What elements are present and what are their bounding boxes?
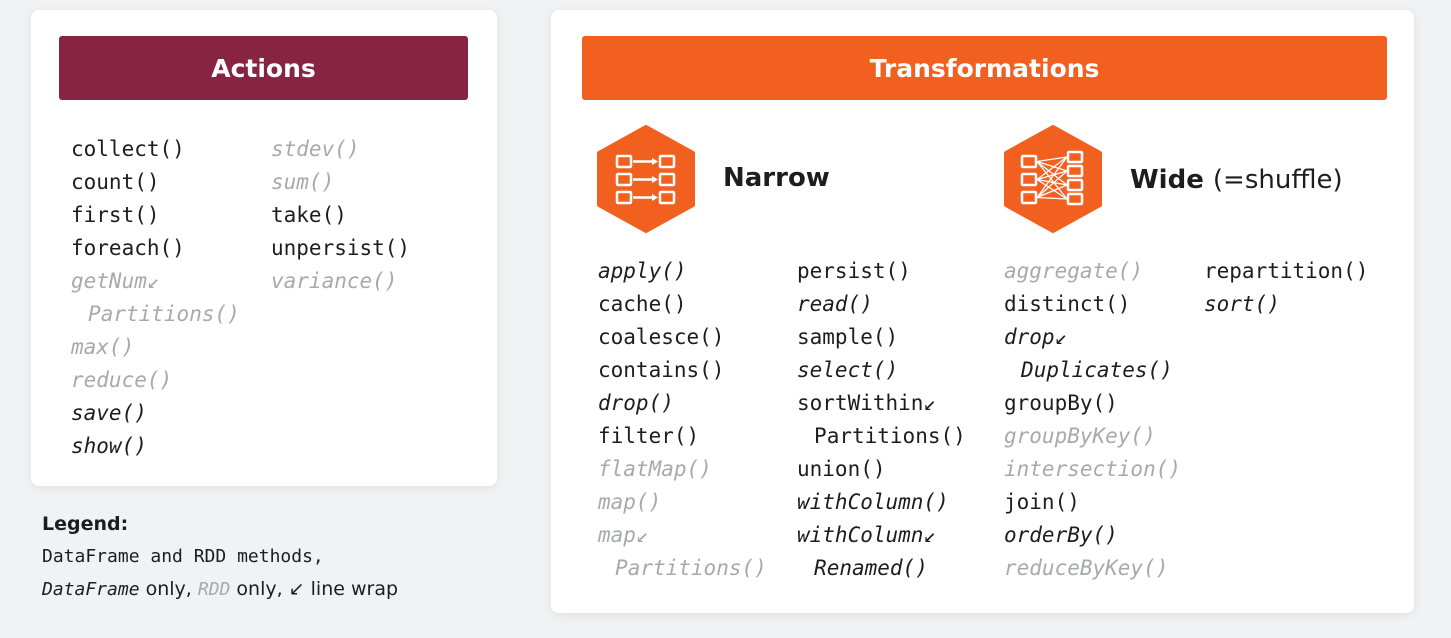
method-item: count() bbox=[71, 170, 160, 194]
legend-line-2: DataFrame only, RDD only, ↙ line wrap bbox=[42, 573, 398, 606]
legend-line-1: DataFrame and RDD methods, bbox=[42, 540, 398, 573]
narrow-column-1: apply() cache() coalesce() contains() drop()… bbox=[598, 255, 767, 585]
method-item: intersection() bbox=[1004, 457, 1182, 481]
method-item: map() bbox=[598, 490, 662, 514]
wide-title-note: (=shuffle) bbox=[1212, 165, 1343, 195]
method-item: persist() bbox=[797, 259, 911, 283]
method-item: stdev() bbox=[271, 137, 360, 161]
legend-dataframe-code: DataFrame bbox=[42, 579, 140, 600]
method-item: contains() bbox=[598, 358, 725, 382]
actions-header: Actions bbox=[59, 36, 468, 100]
method-item: groupBy() bbox=[1004, 391, 1118, 415]
method-item: groupByKey() bbox=[1004, 424, 1156, 448]
narrow-dependency-icon bbox=[597, 125, 695, 237]
method-item: getNum↙ bbox=[71, 269, 160, 293]
method-item: first() bbox=[71, 203, 160, 227]
narrow-title: Narrow bbox=[723, 163, 830, 193]
method-item: Partitions() bbox=[88, 302, 240, 326]
line-wrap-icon: ↙ bbox=[288, 578, 305, 600]
transformations-card: Transformations Narrow Wide (=shuffle) a… bbox=[551, 10, 1414, 613]
method-item: drop() bbox=[598, 391, 674, 415]
method-item: flatMap() bbox=[598, 457, 712, 481]
method-item: foreach() bbox=[71, 236, 185, 260]
method-item: drop↙ bbox=[1004, 325, 1068, 349]
wide-title-text: Wide bbox=[1130, 165, 1204, 195]
method-item: reduceByKey() bbox=[1004, 556, 1169, 580]
method-item: sample() bbox=[797, 325, 899, 349]
method-item: show() bbox=[71, 434, 147, 458]
narrow-title-text: Narrow bbox=[723, 163, 830, 193]
method-item: Partitions() bbox=[814, 424, 966, 448]
wide-title: Wide (=shuffle) bbox=[1130, 165, 1343, 195]
narrow-column-2: persist() read() sample() select() sortWithi… bbox=[797, 255, 966, 585]
legend: Legend: DataFrame and RDD methods, DataF… bbox=[42, 508, 398, 606]
method-item: coalesce() bbox=[598, 325, 725, 349]
actions-column-1: collect() count() first() foreach() getNum↙ P… bbox=[71, 133, 240, 463]
actions-card: Actions collect() count() first() foreach()… bbox=[31, 10, 497, 486]
legend-both-text: DataFrame and RDD methods, bbox=[42, 546, 324, 567]
wide-column-2: repartition() sort() bbox=[1204, 255, 1368, 321]
legend-title: Legend: bbox=[42, 513, 129, 535]
method-item: map↙ bbox=[598, 523, 649, 547]
method-item: filter() bbox=[598, 424, 700, 448]
method-item: reduce() bbox=[71, 368, 173, 392]
method-item: withColumn() bbox=[797, 490, 949, 514]
method-item: withColumn↙ bbox=[797, 523, 937, 547]
method-item: unpersist() bbox=[271, 236, 411, 260]
method-item: cache() bbox=[598, 292, 687, 316]
method-item: repartition() bbox=[1204, 259, 1369, 283]
method-item: Renamed() bbox=[814, 556, 928, 580]
wide-column-1: aggregate() distinct() drop↙ Duplicates() gr… bbox=[1004, 255, 1181, 585]
actions-column-2: stdev() sum() take() unpersist() variance() bbox=[271, 133, 410, 298]
legend-wrap-text: line wrap bbox=[304, 578, 399, 600]
method-item: orderBy() bbox=[1004, 523, 1118, 547]
method-item: apply() bbox=[598, 259, 687, 283]
legend-rdd-suffix: only, bbox=[230, 578, 289, 600]
method-item: save() bbox=[71, 401, 147, 425]
method-item: take() bbox=[271, 203, 347, 227]
transformations-header: Transformations bbox=[582, 36, 1387, 100]
method-item: sortWithin↙ bbox=[797, 391, 937, 415]
method-item: sort() bbox=[1204, 292, 1280, 316]
method-item: variance() bbox=[271, 269, 398, 293]
method-item: collect() bbox=[71, 137, 185, 161]
legend-dataframe-suffix: only, bbox=[139, 578, 198, 600]
method-item: Duplicates() bbox=[1021, 358, 1173, 382]
method-item: sum() bbox=[271, 170, 335, 194]
method-item: max() bbox=[71, 335, 135, 359]
method-item: Partitions() bbox=[615, 556, 767, 580]
method-item: read() bbox=[797, 292, 873, 316]
method-item: distinct() bbox=[1004, 292, 1131, 316]
wide-shuffle-icon bbox=[1004, 125, 1102, 237]
method-item: join() bbox=[1004, 490, 1080, 514]
method-item: union() bbox=[797, 457, 886, 481]
method-item: aggregate() bbox=[1004, 259, 1144, 283]
legend-rdd-code: RDD bbox=[197, 579, 231, 600]
method-item: select() bbox=[797, 358, 899, 382]
